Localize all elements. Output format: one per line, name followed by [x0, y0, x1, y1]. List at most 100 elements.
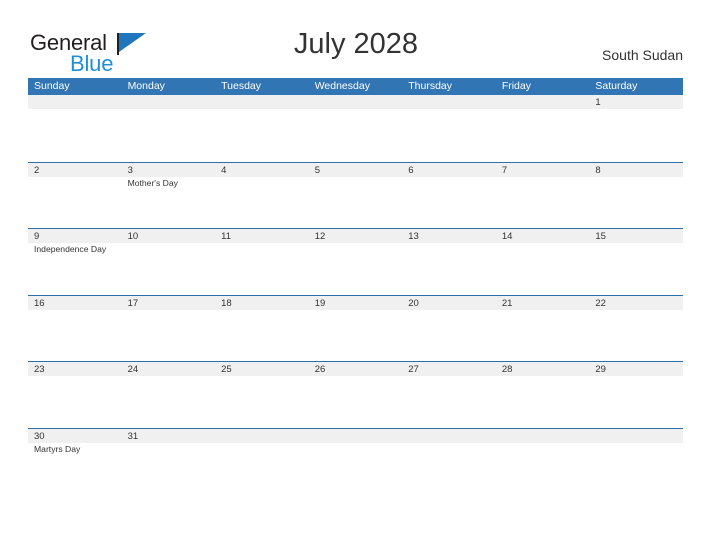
calendar-day-cell[interactable]: 30 Martyrs Day: [28, 429, 122, 495]
week-cells: 30 Martyrs Day 31: [28, 429, 683, 495]
calendar-day-cell[interactable]: 23: [28, 362, 122, 428]
day-events: Independence Day: [34, 244, 122, 255]
weekday-header-tuesday: Tuesday: [221, 80, 262, 92]
calendar-day-cell[interactable]: 28: [496, 362, 590, 428]
day-number: 6: [408, 164, 414, 176]
calendar-day-cell-empty: [402, 429, 496, 495]
day-number: [221, 96, 309, 109]
region-label: South Sudan: [602, 47, 683, 63]
day-number: [502, 96, 590, 109]
weekday-header-thursday: Thursday: [408, 80, 453, 92]
calendar-day-cell[interactable]: 13: [402, 229, 496, 295]
holiday-label: Mother's Day: [127, 177, 178, 188]
calendar-day-cell[interactable]: 18: [215, 296, 309, 362]
day-number: [315, 96, 403, 109]
day-number: 4: [221, 164, 227, 176]
day-number: 29: [595, 364, 606, 376]
week-cells: 23 24 25 26 27 28 29: [28, 362, 683, 428]
day-number: 26: [314, 364, 326, 376]
day-number: [408, 96, 496, 109]
day-number: 14: [501, 231, 513, 243]
calendar-day-cell[interactable]: 2: [28, 163, 122, 229]
day-number: 12: [314, 231, 326, 243]
calendar-week-row: 16 17 18 19 20 21 22: [28, 294, 683, 362]
calendar-week-row: 1: [28, 95, 683, 162]
weekday-header-monday: Monday: [127, 80, 165, 92]
day-events: Martyrs Day: [34, 444, 122, 455]
day-number: 2: [34, 164, 40, 176]
calendar-week-row: 9 Independence Day 10 11 12 13 14 15: [28, 228, 683, 295]
calendar-day-cell-empty: [309, 95, 403, 162]
calendar-day-cell-empty: [589, 429, 683, 495]
calendar-day-cell[interactable]: 20: [402, 296, 496, 362]
day-number: 22: [595, 297, 606, 309]
calendar-day-cell[interactable]: 6: [402, 163, 496, 229]
calendar-day-cell[interactable]: 12: [309, 229, 403, 295]
day-number: [595, 430, 683, 443]
calendar-day-cell[interactable]: 4: [215, 163, 309, 229]
calendar-day-cell[interactable]: 5: [309, 163, 403, 229]
calendar-day-cell[interactable]: 10: [122, 229, 216, 295]
calendar-day-cell[interactable]: 11: [215, 229, 309, 295]
calendar-day-cell[interactable]: 29: [589, 362, 683, 428]
calendar-day-cell[interactable]: 15: [589, 229, 683, 295]
calendar-day-cell-empty: [215, 429, 309, 495]
weekday-header-row: Sunday Monday Tuesday Wednesday Thursday Frid…: [28, 78, 683, 95]
week-cells: 2 3 Mother's Day 4 5 6 7 8: [28, 163, 683, 229]
day-number: 3: [127, 164, 133, 176]
day-number: 19: [314, 297, 326, 309]
calendar-day-cell[interactable]: 14: [496, 229, 590, 295]
calendar-day-cell[interactable]: 7: [496, 163, 590, 229]
page-header: General Blue July 2028 South Sudan: [0, 0, 712, 78]
day-number: 9: [34, 231, 40, 243]
calendar-day-cell[interactable]: 1: [589, 95, 683, 162]
day-number: 17: [127, 297, 139, 309]
holiday-label: Independence Day: [34, 244, 107, 255]
calendar-day-cell[interactable]: 27: [402, 362, 496, 428]
day-number: [408, 430, 496, 443]
day-number: 18: [221, 297, 232, 309]
calendar-day-cell[interactable]: 26: [309, 362, 403, 428]
calendar-day-cell-empty: [496, 95, 590, 162]
day-number: [128, 96, 216, 109]
calendar-day-cell[interactable]: 21: [496, 296, 590, 362]
weekday-header-sunday: Sunday: [34, 80, 70, 92]
day-number: 1: [595, 97, 601, 108]
holiday-label: Martyrs Day: [34, 443, 81, 454]
calendar-day-cell[interactable]: 19: [309, 296, 403, 362]
calendar-week-row: 30 Martyrs Day 31: [28, 427, 683, 495]
weekday-header-saturday: Saturday: [595, 80, 638, 92]
day-number: 5: [314, 164, 320, 176]
calendar-weeks: 1 2 3 Mother's Day 4 5 6 7 8 9 Independence Day 10 1…: [28, 95, 683, 495]
calendar-day-cell-empty: [309, 429, 403, 495]
day-number: [34, 96, 122, 109]
day-number: [315, 430, 403, 443]
day-number: 21: [501, 297, 513, 309]
calendar-day-cell-empty: [122, 95, 216, 162]
calendar-day-cell[interactable]: 31: [122, 429, 216, 495]
week-cells: 1: [28, 95, 683, 162]
day-number: 7: [501, 164, 508, 176]
day-number: 20: [408, 297, 419, 309]
day-number: 15: [595, 231, 606, 243]
calendar-day-cell[interactable]: 22: [589, 296, 683, 362]
weekday-header-friday: Friday: [501, 80, 531, 92]
week-cells: 9 Independence Day 10 11 12 13 14 15: [28, 229, 683, 295]
calendar-day-cell[interactable]: 9 Independence Day: [28, 229, 122, 295]
day-number: [502, 430, 590, 443]
calendar-day-cell[interactable]: 24: [122, 362, 216, 428]
month-calendar: Sunday Monday Tuesday Wednesday Thursday Frid…: [28, 78, 683, 495]
day-number: 30: [34, 430, 45, 442]
calendar-day-cell[interactable]: 3 Mother's Day: [122, 163, 216, 229]
calendar-day-cell[interactable]: 25: [215, 362, 309, 428]
calendar-page: General Blue July 2028 South Sudan Sunda…: [0, 0, 712, 550]
calendar-day-cell[interactable]: 17: [122, 296, 216, 362]
calendar-day-cell[interactable]: 8: [589, 163, 683, 229]
week-cells: 16 17 18 19 20 21 22: [28, 296, 683, 362]
day-number: 28: [501, 364, 513, 376]
calendar-day-cell-empty: [28, 95, 122, 162]
calendar-day-cell[interactable]: 16: [28, 296, 122, 362]
day-number: 8: [595, 164, 601, 176]
calendar-week-row: 23 24 25 26 27 28 29: [28, 361, 683, 428]
calendar-day-cell-empty: [215, 95, 309, 162]
